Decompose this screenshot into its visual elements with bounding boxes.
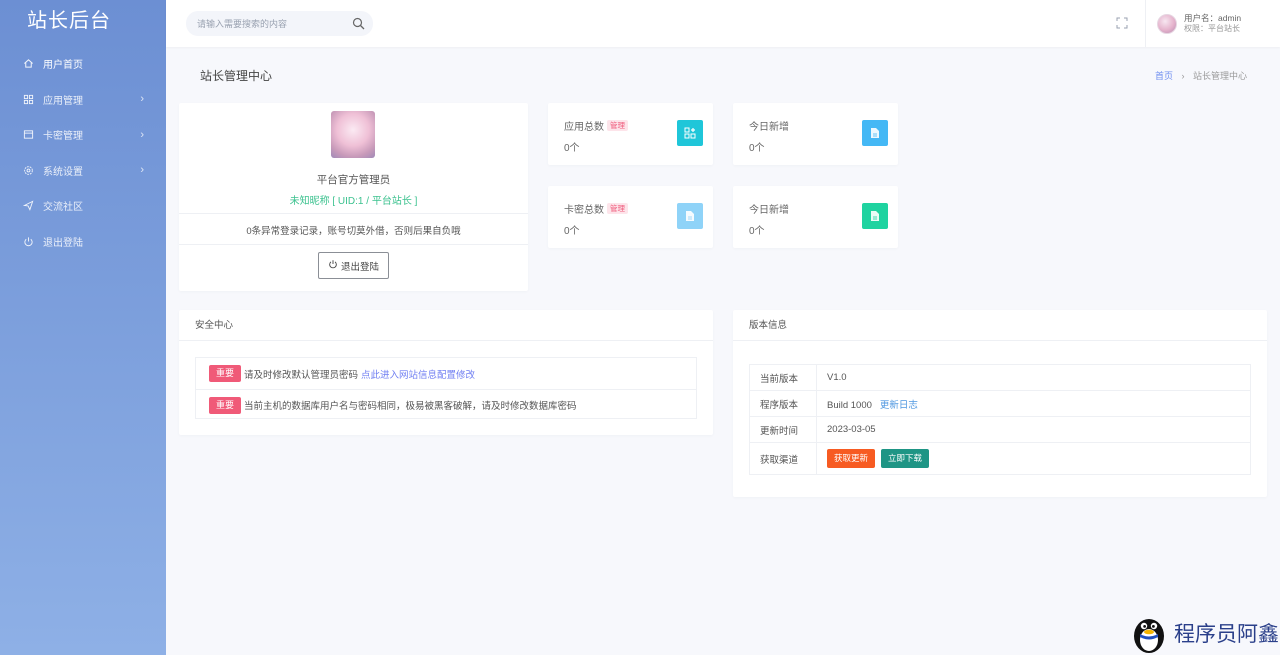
sidebar-item-label: 退出登陆: [43, 237, 83, 249]
breadcrumb-home[interactable]: 首页: [1155, 71, 1173, 81]
table-row: 当前版本 V1.0: [749, 364, 1251, 391]
download-button[interactable]: 立即下载: [881, 449, 930, 468]
sidebar-item-apps[interactable]: 应用管理 ›: [0, 82, 166, 118]
fullscreen-icon[interactable]: [1116, 17, 1128, 29]
profile-avatar: [331, 111, 375, 158]
list-item: 重要 请及时修改默认管理员密码 点此进入网站信息配置修改: [196, 358, 696, 389]
table-row: 程序版本 Build 1000 更新日志: [749, 390, 1251, 417]
profile-name: 平台官方管理员: [316, 174, 391, 186]
stat-value: 0个: [749, 226, 765, 237]
search-icon[interactable]: [352, 17, 365, 32]
avatar: [1157, 13, 1177, 34]
user-menu[interactable]: 用户名：admin 权限：平台站长: [1145, 0, 1280, 47]
sidebar-item-label: 卡密管理: [43, 131, 83, 143]
security-panel: 安全中心 重要 请及时修改默认管理员密码 点此进入网站信息配置修改 重要 当前主…: [179, 310, 713, 435]
apps-icon: [22, 93, 34, 105]
stat-value: 0个: [564, 143, 580, 154]
version-key: 当前版本: [749, 364, 817, 391]
top-bar: 请输入需要搜索的内容 用户名：admin 权限：平台站长: [166, 0, 1280, 47]
breadcrumb: 首页 › 站长管理中心: [1155, 69, 1247, 82]
list-item: 重要 当前主机的数据库用户名与密码相同，极易被黑客破解，请及时修改数据库密码: [196, 389, 696, 420]
sidebar-item-label: 交流社区: [43, 202, 83, 214]
version-value-cell: Build 1000 更新日志: [816, 390, 1251, 417]
home-icon: [22, 58, 34, 70]
breadcrumb-separator: ›: [1181, 71, 1185, 81]
changelog-link[interactable]: 更新日志: [880, 400, 918, 411]
profile-card: 平台官方管理员 未知昵称 [ UID:1 / 平台站长 ] 0条异常登录记录，账…: [179, 103, 528, 291]
stat-card-app-today: 今日新增 0个: [733, 103, 898, 165]
get-update-button[interactable]: 获取更新: [827, 449, 876, 468]
page-title: 站长管理中心: [200, 69, 273, 83]
version-key: 获取渠道: [749, 442, 817, 475]
manage-tag[interactable]: 管理: [607, 203, 628, 214]
sidebar-item-logout[interactable]: 退出登陆: [0, 224, 166, 260]
stat-label: 应用总数: [564, 122, 604, 133]
apps-add-icon: [677, 120, 703, 146]
stat-label: 今日新增: [749, 122, 789, 133]
chevron-right-icon: ›: [140, 128, 144, 141]
version-key: 程序版本: [749, 390, 817, 417]
sidebar-item-home[interactable]: 用户首页: [0, 46, 166, 82]
power-icon: [328, 259, 338, 272]
power-icon: [22, 235, 34, 247]
sidebar-item-settings[interactable]: 系统设置 ›: [0, 153, 166, 189]
sidebar: 站长后台 用户首页 应用管理 › 卡密管理 › 系统设置 › 交流社区 退出登陆: [0, 0, 166, 655]
stat-value: 0个: [749, 143, 765, 154]
table-row: 获取渠道 获取更新 立即下载: [749, 442, 1251, 475]
important-badge: 重要: [209, 365, 242, 382]
security-text: 当前主机的数据库用户名与密码相同，极易被黑客破解，请及时修改数据库密码: [244, 401, 577, 412]
penguin-logo-icon: [1134, 619, 1164, 653]
sidebar-item-community[interactable]: 交流社区: [0, 188, 166, 224]
send-icon: [22, 200, 34, 212]
chevron-right-icon: ›: [140, 93, 144, 106]
watermark: 程序员阿鑫: [1128, 612, 1279, 654]
breadcrumb-current: 站长管理中心: [1192, 71, 1247, 81]
user-role: 权限：平台站长: [1184, 24, 1240, 33]
document-icon: [862, 120, 888, 146]
brand-title: 站长后台: [27, 10, 111, 32]
panel-title: 版本信息: [733, 310, 1267, 341]
search-placeholder: 请输入需要搜索的内容: [197, 19, 288, 29]
version-table: 当前版本 V1.0 程序版本 Build 1000 更新日志 更新时间 2023-…: [749, 364, 1251, 475]
config-link[interactable]: 点此进入网站信息配置修改: [361, 367, 475, 381]
version-key: 更新时间: [749, 416, 817, 443]
document-icon: [862, 203, 888, 229]
card-icon: [22, 129, 34, 141]
stat-card-card-today: 今日新增 0个: [733, 186, 898, 248]
divider: [179, 244, 528, 245]
stat-label: 卡密总数: [564, 205, 604, 216]
stat-card-app-total: 应用总数 管理 0个: [548, 103, 713, 165]
profile-notice: 0条异常登录记录，账号切莫外借，否则后果自负哦: [246, 226, 461, 237]
divider: [179, 213, 528, 214]
stat-card-card-total: 卡密总数 管理 0个: [548, 186, 713, 248]
document-icon: [677, 203, 703, 229]
sidebar-item-cards[interactable]: 卡密管理 ›: [0, 117, 166, 153]
version-value: V1.0: [816, 364, 1251, 391]
table-row: 更新时间 2023-03-05: [749, 416, 1251, 443]
logout-label: 退出登陆: [340, 261, 379, 273]
security-list: 重要 请及时修改默认管理员密码 点此进入网站信息配置修改 重要 当前主机的数据库…: [195, 357, 697, 419]
stat-value: 0个: [564, 226, 580, 237]
logout-button[interactable]: 退出登陆: [318, 252, 389, 279]
stat-label: 今日新增: [749, 205, 789, 216]
watermark-text: 程序员阿鑫: [1174, 622, 1279, 646]
search-input[interactable]: 请输入需要搜索的内容: [186, 11, 373, 36]
sidebar-item-label: 系统设置: [43, 166, 83, 178]
version-panel: 版本信息 当前版本 V1.0 程序版本 Build 1000 更新日志 更新时间 …: [733, 310, 1267, 497]
version-actions: 获取更新 立即下载: [816, 442, 1251, 475]
profile-uid: 未知昵称 [ UID:1 / 平台站长 ]: [289, 196, 418, 207]
sidebar-item-label: 应用管理: [43, 95, 83, 107]
sidebar-nav: 用户首页 应用管理 › 卡密管理 › 系统设置 › 交流社区 退出登陆: [0, 46, 166, 259]
sidebar-item-label: 用户首页: [43, 60, 83, 72]
manage-tag[interactable]: 管理: [607, 120, 628, 131]
version-value: 2023-03-05: [816, 416, 1251, 443]
user-name: 用户名：admin: [1184, 13, 1242, 23]
panel-title: 安全中心: [179, 310, 713, 341]
gear-icon: [22, 164, 34, 176]
chevron-right-icon: ›: [140, 164, 144, 177]
important-badge: 重要: [209, 396, 242, 414]
version-value: Build 1000: [827, 399, 872, 411]
security-text: 请及时修改默认管理员密码: [244, 369, 359, 381]
